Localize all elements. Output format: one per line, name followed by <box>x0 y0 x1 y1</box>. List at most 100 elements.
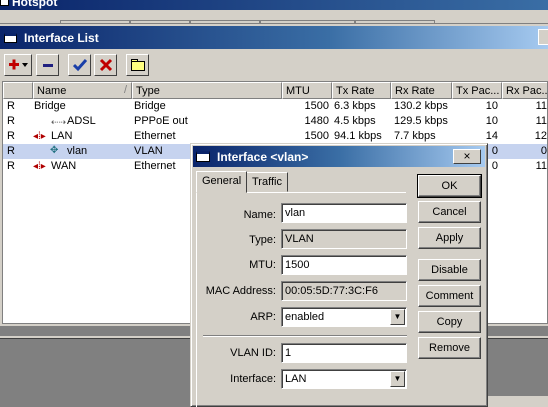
cross-icon <box>99 58 112 72</box>
ethernet-icon: ◂⁞▸ <box>33 131 46 142</box>
window-icon <box>0 0 9 6</box>
column-header-tx-rate[interactable]: Tx Rate <box>332 82 391 99</box>
tab-general[interactable]: General <box>196 171 248 193</box>
row-mtu: 1500 <box>304 100 329 112</box>
chevron-down-icon[interactable]: ▼ <box>390 371 405 387</box>
window-control-button[interactable] <box>538 29 548 45</box>
row-tx-rate: 94.1 kbps <box>334 130 382 142</box>
column-header-type[interactable]: Type <box>132 82 282 99</box>
row-rx-packets: 11 <box>535 100 547 112</box>
table-row[interactable]: R ◂⁞▸ LAN Ethernet 1500 94.1 kbps 7.7 kb… <box>3 129 547 144</box>
type-field: VLAN <box>281 229 407 249</box>
column-header-label: Name <box>37 85 67 97</box>
hotspot-tab[interactable] <box>260 20 355 24</box>
enable-button[interactable] <box>68 54 91 76</box>
general-tab-panel: Name: vlan Type: VLAN MTU: 1500 MAC Addr… <box>196 192 407 407</box>
arp-select[interactable]: enabled ▼ <box>281 307 407 327</box>
interface-label: Interface: <box>230 373 276 385</box>
mac-label-wrap: MAC Address: <box>197 282 276 300</box>
cancel-button[interactable]: Cancel <box>418 201 481 223</box>
sort-icon: / <box>123 84 127 96</box>
row-flag: R <box>7 130 15 142</box>
row-tx-rate: 6.3 kbps <box>334 100 376 112</box>
vlan-id-input[interactable]: 1 <box>281 343 407 363</box>
mac-address-label: MAC Address: <box>205 285 276 297</box>
add-button[interactable] <box>4 54 32 76</box>
comment-button[interactable]: Comment <box>418 285 481 307</box>
disable-button[interactable] <box>94 54 117 76</box>
tab-traffic[interactable]: Traffic <box>246 172 288 192</box>
table-row[interactable]: R Bridge Bridge 1500 6.3 kbps 130.2 kbps… <box>3 99 547 114</box>
vlan-icon: ✥ <box>50 145 59 156</box>
dialog-title: Interface <vlan> <box>217 150 309 164</box>
row-type: Ethernet <box>134 160 176 172</box>
mtu-label-wrap: MTU: <box>197 256 276 274</box>
hotspot-title-bar[interactable]: Hotspot <box>0 0 548 10</box>
column-header-mtu[interactable]: MTU <box>282 82 332 99</box>
column-header-name[interactable]: Name / <box>33 82 132 99</box>
row-name: LAN <box>51 130 73 142</box>
mtu-input[interactable]: 1500 <box>281 255 407 275</box>
row-type: PPPoE out <box>134 115 188 127</box>
check-icon <box>72 59 87 72</box>
row-name: ADSL <box>67 115 96 127</box>
row-rx-packets: 0 <box>540 145 547 157</box>
hotspot-tab[interactable] <box>355 20 435 24</box>
row-rx-rate: 7.7 kbps <box>394 130 436 142</box>
row-tx-rate: 4.5 kbps <box>334 115 376 127</box>
disable-button[interactable]: Disable <box>418 259 481 281</box>
hotspot-title: Hotspot <box>12 0 58 9</box>
row-flag: R <box>7 145 15 157</box>
window-icon <box>196 151 210 162</box>
interface-list-title-bar[interactable]: Interface List <box>0 26 548 49</box>
row-type: Ethernet <box>134 130 176 142</box>
row-tx-packets: 10 <box>485 100 498 112</box>
column-header-tx-packets[interactable]: Tx Pac... <box>452 82 502 99</box>
row-name: vlan <box>67 145 88 157</box>
vlan-id-label-wrap: VLAN ID: <box>197 344 276 362</box>
row-tx-packets: 14 <box>485 130 498 142</box>
row-rx-rate: 129.5 kbps <box>394 115 448 127</box>
close-button[interactable]: × <box>453 149 481 164</box>
column-header-rx-packets[interactable]: Rx Pac... <box>502 82 547 99</box>
toolbar <box>0 52 548 82</box>
interface-select[interactable]: LAN ▼ <box>281 369 407 389</box>
copy-button[interactable]: Copy <box>418 311 481 333</box>
hotspot-tab[interactable] <box>60 20 130 24</box>
window-icon <box>4 33 17 43</box>
hotspot-tab[interactable] <box>130 20 190 24</box>
name-label-wrap: Name: <box>197 206 276 224</box>
column-header-flag[interactable] <box>3 82 33 99</box>
arp-label-wrap: ARP: <box>197 308 276 326</box>
row-flag: R <box>7 160 15 172</box>
pppoe-icon: ⇠⇢ <box>51 117 67 127</box>
remove-button[interactable]: Remove <box>418 337 481 359</box>
arp-label: ARP: <box>250 311 276 323</box>
dialog-title-bar[interactable]: Interface <vlan> × <box>193 146 485 167</box>
column-header-rx-rate[interactable]: Rx Rate <box>391 82 452 99</box>
hotspot-tab-strip <box>0 10 548 24</box>
comment-button[interactable] <box>126 54 149 76</box>
table-row[interactable]: R ⇠⇢ ADSL PPPoE out 1480 4.5 kbps 129.5 … <box>3 114 547 129</box>
vlan-id-label: VLAN ID: <box>230 347 276 359</box>
row-type: Bridge <box>134 100 166 112</box>
note-icon <box>130 59 145 71</box>
interface-value: LAN <box>285 373 307 385</box>
apply-button[interactable]: Apply <box>418 227 481 249</box>
plus-icon <box>9 59 28 70</box>
row-flag: R <box>7 115 15 127</box>
type-label: Type: <box>249 234 276 246</box>
name-input[interactable]: vlan <box>281 203 407 223</box>
remove-button[interactable] <box>36 54 59 76</box>
arp-value: enabled <box>285 311 325 323</box>
hotspot-tab[interactable] <box>190 20 260 24</box>
row-name: WAN <box>51 160 77 172</box>
ok-button[interactable]: OK <box>417 174 482 198</box>
row-mtu: 1480 <box>304 115 329 127</box>
ethernet-icon: ◂⁞▸ <box>33 161 46 172</box>
mac-address-field: 00:05:5D:77:3C:F6 <box>281 281 407 301</box>
chevron-down-icon[interactable]: ▼ <box>390 309 405 325</box>
divider <box>203 335 407 337</box>
interface-list-title: Interface List <box>24 31 99 45</box>
row-flag: R <box>7 100 15 112</box>
